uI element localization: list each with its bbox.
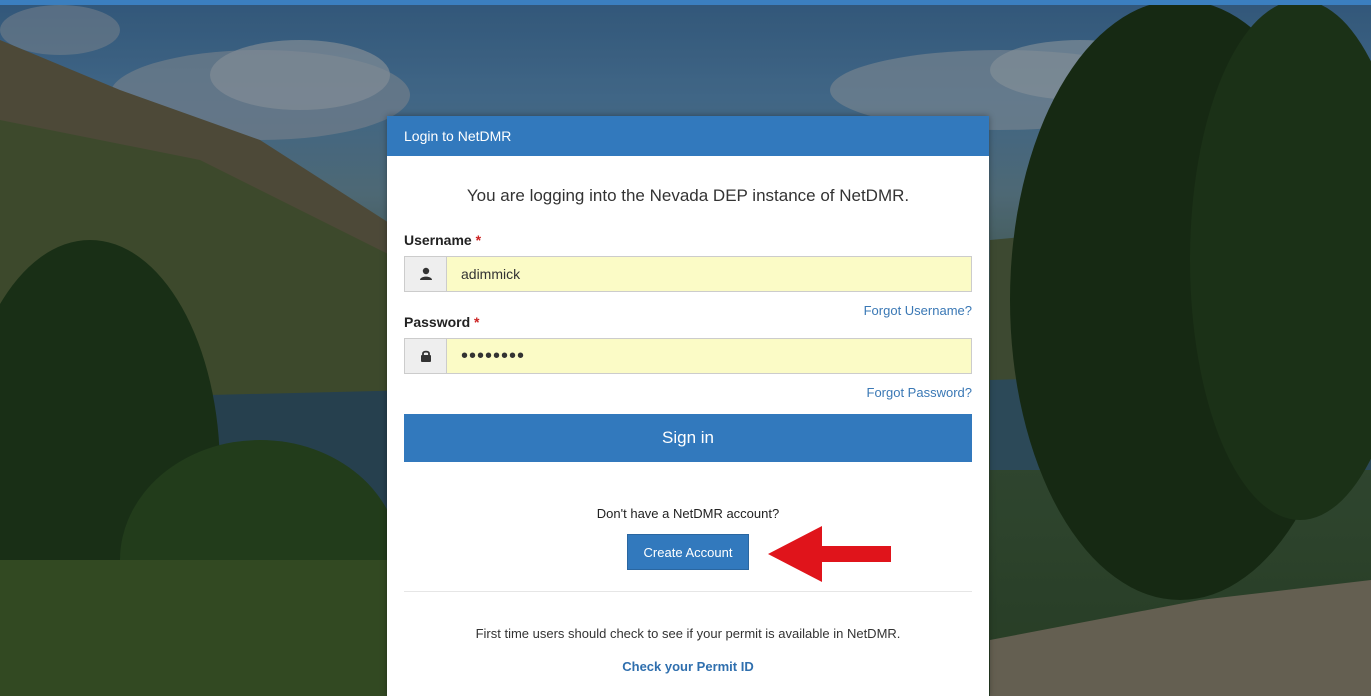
password-input-group: •••••••• — [404, 338, 972, 374]
username-input[interactable] — [447, 257, 971, 291]
no-account-text: Don't have a NetDMR account? — [596, 506, 780, 521]
password-label: Password * — [404, 314, 479, 330]
forgot-password-link[interactable]: Forgot Password? — [867, 385, 973, 400]
create-account-button[interactable]: Create Account — [627, 534, 749, 570]
password-required-mark: * — [474, 314, 480, 330]
forgot-username-link[interactable]: Forgot Username? — [864, 303, 972, 318]
divider — [404, 591, 972, 592]
panel-header: Login to NetDMR — [387, 116, 989, 156]
first-time-users-text: First time users should check to see if … — [475, 626, 901, 641]
username-label-text: Username — [404, 232, 472, 248]
intro-text: You are logging into the Nevada DEP inst… — [466, 186, 910, 205]
username-required-mark: * — [475, 232, 482, 248]
top-accent-bar — [0, 0, 1371, 5]
lock-icon — [405, 339, 447, 373]
password-label-text: Password — [404, 314, 471, 330]
check-permit-link[interactable]: Check your Permit ID — [387, 659, 989, 674]
login-panel: Login to NetDMR You are logging into the… — [387, 116, 989, 696]
red-arrow-annotation-icon — [768, 526, 891, 582]
username-label: Username * — [404, 232, 481, 248]
user-icon — [405, 257, 447, 291]
username-input-group — [404, 256, 972, 292]
password-input[interactable]: •••••••• — [447, 339, 971, 373]
sign-in-button[interactable]: Sign in — [404, 414, 972, 462]
